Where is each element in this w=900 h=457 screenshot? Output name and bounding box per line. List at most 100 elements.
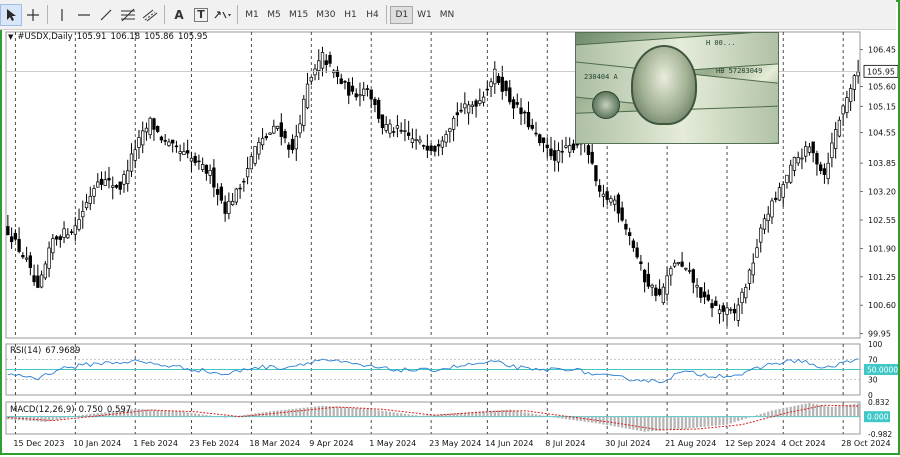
candle-body	[354, 93, 358, 98]
candle-body	[324, 60, 328, 65]
candle-body	[163, 140, 167, 142]
candle-body	[369, 89, 373, 100]
candle-body	[373, 98, 377, 105]
candle-body	[770, 200, 774, 218]
legend-low: 105.86	[144, 32, 174, 42]
x-tick-label: 8 Jul 2024	[545, 439, 585, 448]
candle-body	[478, 100, 482, 104]
candle-body	[47, 247, 51, 269]
candle-body	[268, 132, 272, 135]
candle-body	[766, 213, 770, 222]
candle-body	[388, 123, 392, 134]
dollar-bills-photo: HB 57283049 230404 A H 00...	[575, 32, 779, 144]
candle-body	[459, 109, 463, 112]
candle-body	[665, 275, 669, 295]
y-tick-label: 105.15	[868, 102, 896, 111]
candle-body	[616, 194, 621, 214]
timeframe-m1[interactable]: M1	[241, 6, 263, 24]
candle-body	[39, 274, 44, 288]
collapse-triangle-icon[interactable]: ▼	[8, 33, 13, 41]
candle-body	[395, 125, 400, 129]
candle-body	[51, 238, 55, 254]
candle-body	[796, 157, 800, 164]
vertical-line-icon[interactable]	[51, 4, 73, 26]
candle-body	[178, 151, 182, 154]
candle-body	[189, 157, 194, 162]
candle-body	[642, 269, 647, 283]
candle-body	[534, 132, 538, 135]
candle-body	[736, 304, 740, 321]
candle-body	[676, 262, 680, 265]
candle-body	[526, 112, 531, 128]
candle-body	[122, 174, 126, 185]
horizontal-line-icon[interactable]	[73, 4, 95, 26]
timeframe-m5[interactable]: M5	[263, 6, 285, 24]
candle-body	[17, 238, 21, 252]
candle-body	[230, 200, 235, 206]
x-tick-label: 28 Oct 2024	[841, 439, 890, 448]
candle-body	[684, 267, 688, 270]
text-label-icon[interactable]: T	[190, 4, 212, 26]
candle-body	[657, 288, 662, 295]
bill-serial: 230404 A	[584, 73, 618, 81]
candle-body	[58, 236, 62, 240]
candle-body	[257, 141, 261, 155]
candle-body	[167, 141, 171, 146]
candle-body	[481, 96, 486, 103]
x-tick-label: 10 Jan 2024	[73, 439, 121, 448]
toolbar-separator	[237, 5, 238, 24]
candle-body	[73, 225, 77, 235]
timeframe-m30[interactable]: M30	[312, 6, 339, 24]
candle-body	[444, 134, 448, 143]
text-icon[interactable]: A	[168, 4, 190, 26]
candle-body	[287, 144, 291, 150]
crosshair-icon[interactable]	[22, 4, 44, 26]
candle-body	[541, 137, 546, 144]
candle-body	[399, 130, 403, 132]
x-tick-label: 23 Feb 2024	[189, 439, 239, 448]
candle-body	[556, 150, 561, 163]
timeframe-m15[interactable]: M15	[285, 6, 312, 24]
x-tick-label: 12 Sep 2024	[725, 439, 776, 448]
candle-body	[6, 226, 10, 236]
candle-body	[789, 164, 793, 183]
equidistant-channel-icon[interactable]	[139, 4, 161, 26]
macd-y-tick-label: 0.832	[868, 398, 890, 407]
candle-body	[126, 170, 130, 184]
candle-body	[137, 137, 141, 148]
candle-body	[429, 145, 433, 152]
timeframe-d1[interactable]: D1	[390, 5, 414, 24]
legend-symbol: #USDX,Daily	[17, 32, 73, 42]
candle-body	[227, 200, 231, 214]
timeframe-h1[interactable]: H1	[339, 6, 361, 24]
rsi-legend-name: RSI(14)	[10, 346, 42, 356]
current-price-label: 105.95	[867, 67, 895, 76]
candle-body	[470, 104, 474, 107]
candle-body	[24, 257, 29, 260]
candle-body	[751, 262, 755, 276]
candle-body	[594, 165, 598, 182]
timeframe-h4[interactable]: H4	[361, 6, 383, 24]
chart-area[interactable]: 15 Dec 2023 10 Jan 2024 1 Feb 2024 23 Feb 2…	[2, 30, 900, 453]
cursor-icon[interactable]	[0, 3, 22, 26]
timeframe-mn[interactable]: MN	[436, 6, 459, 24]
trendline-icon[interactable]	[95, 4, 117, 26]
candle-body	[264, 136, 268, 139]
candle-body	[279, 122, 283, 137]
candle-body	[702, 291, 707, 298]
candle-body	[455, 112, 460, 116]
candle-body	[421, 145, 426, 147]
candle-body	[725, 307, 729, 315]
candle-body	[549, 148, 553, 157]
arrows-icon[interactable]	[212, 4, 234, 26]
candle-body	[856, 71, 860, 77]
timeframe-w1[interactable]: W1	[413, 6, 436, 24]
candle-body	[496, 75, 501, 83]
candle-body	[560, 151, 564, 153]
candle-body	[819, 164, 823, 171]
x-tick-label: 23 May 2024	[429, 439, 481, 448]
candle-body	[159, 136, 164, 141]
candle-body	[732, 308, 737, 314]
fibonacci-icon[interactable]	[117, 4, 139, 26]
price-legend: ▼ #USDX,Daily 105.91 106.18 105.86 105.95	[8, 32, 212, 42]
